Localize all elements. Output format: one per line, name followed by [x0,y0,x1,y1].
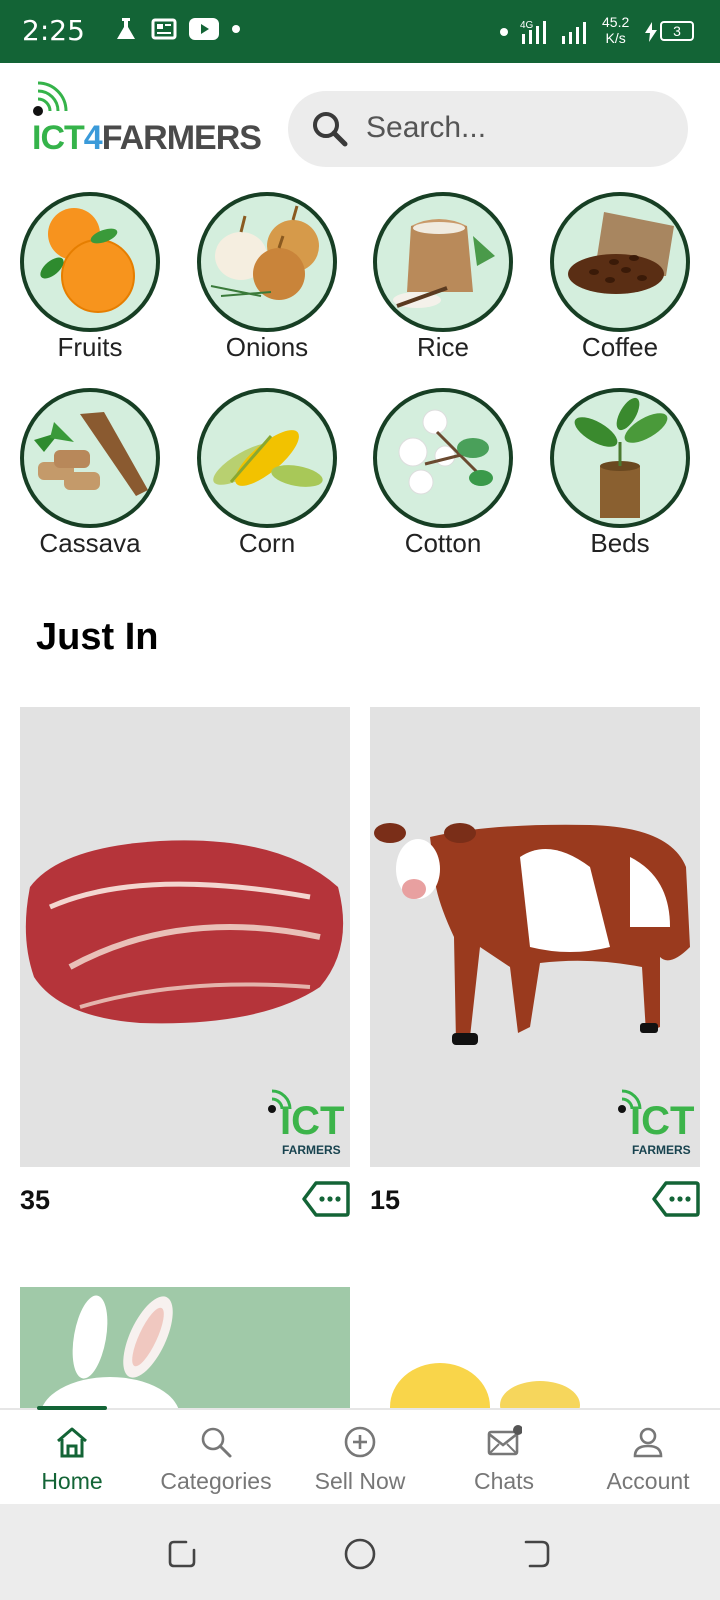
category-cassava[interactable]: Cassava [0,388,180,578]
onions-icon [197,192,337,332]
speed-value: 45.2 [602,14,630,30]
nav-label: Home [41,1468,103,1494]
category-coffee[interactable]: Coffee [530,192,710,382]
ict-watermark: ICT FARMERS [264,1087,344,1157]
category-fruits[interactable]: Fruits [0,192,180,382]
signal-icon [562,22,586,44]
price-tag-icon[interactable] [302,1181,350,1217]
coffee-beans-icon [550,192,690,332]
news-icon [151,18,177,40]
back-icon[interactable] [520,1538,552,1570]
nav-label: Chats [473,1468,535,1494]
product-price: 15 [370,1185,401,1215]
nav-sell-now[interactable]: Sell Now [288,1410,432,1506]
dot-icon [500,28,508,36]
youtube-icon [189,18,219,40]
search-input[interactable]: Search... [288,91,688,167]
watermark-subtext: FARMERS [282,1143,341,1157]
category-onions[interactable]: Onions [177,192,357,382]
cow-image [374,823,690,1045]
product-image[interactable]: ICT FARMERS [370,707,700,1167]
corn-icon [197,388,337,528]
product-card-partial[interactable] [20,1287,350,1408]
notification-icons [112,15,242,43]
product-price: 35 [20,1185,51,1215]
cassava-icon [20,388,160,528]
watermark-text: ICT [280,1099,345,1143]
category-corn[interactable]: Corn [177,388,357,578]
home-icon [57,1427,87,1458]
recents-icon[interactable] [166,1538,198,1570]
user-icon [633,1427,663,1458]
nav-chats[interactable]: Chats [432,1410,576,1506]
raw-beef-image [25,840,344,1024]
search-icon [201,1427,232,1458]
bottom-navigation: Home Categories Sell Now Chats Account [0,1406,720,1506]
category-label: Beds [590,528,650,558]
system-icons: 4G [498,18,590,46]
charging-icon [645,22,657,42]
plant-pot-icon [550,388,690,528]
category-label: Corn [238,528,296,558]
svg-text:4G: 4G [520,20,534,31]
status-time: 2:25 [22,14,85,47]
chick-image [390,1363,580,1408]
speed-unit: K/s [605,30,626,46]
flask-icon [117,18,135,39]
category-cotton[interactable]: Cotton [353,388,533,578]
signal-4g-icon: 4G [520,20,546,44]
search-icon [313,112,348,147]
nav-label: Account [606,1468,690,1494]
nav-account[interactable]: Account [576,1410,720,1506]
nav-label: Sell Now [314,1468,406,1494]
category-label: Fruits [57,332,123,362]
system-navigation-bar [0,1504,720,1600]
nav-categories[interactable]: Categories [144,1410,288,1506]
rice-sack-icon [373,192,513,332]
oranges-icon [20,192,160,332]
category-label: Coffee [581,332,659,362]
home-circle-icon[interactable] [342,1536,378,1572]
watermark-subtext: FARMERS [632,1143,691,1157]
rabbit-image [41,1295,179,1408]
category-label: Cotton [404,528,482,558]
product-card-partial[interactable] [370,1287,700,1408]
network-speed: 45.2 K/s [602,14,629,46]
status-bar: 2:25 4G 45.2 K/s 3 [0,0,720,63]
plus-circle-icon [344,1426,376,1458]
mail-icon [487,1425,522,1456]
dot-icon [232,25,240,33]
cotton-icon [373,388,513,528]
logo-text: ICT4FARMERS [32,119,262,157]
watermark-text: ICT [630,1099,695,1143]
category-label: Rice [416,332,469,362]
section-title: Just In [36,616,159,658]
product-image[interactable]: ICT FARMERS [20,707,350,1167]
category-beds[interactable]: Beds [530,388,710,578]
ict-watermark: ICT FARMERS [614,1087,694,1157]
nav-label: Categories [160,1468,272,1494]
ict4farmers-logo[interactable]: ICT4FARMERS [30,81,275,171]
search-placeholder: Search... [366,111,487,144]
category-rice[interactable]: Rice [353,192,533,382]
category-label: Onions [225,332,309,362]
nav-home[interactable]: Home [0,1410,144,1506]
battery-icon: 3 [660,21,694,41]
price-tag-icon[interactable] [652,1181,700,1217]
app-header: ICT4FARMERS Search... [0,63,720,188]
category-label: Cassava [39,528,141,558]
